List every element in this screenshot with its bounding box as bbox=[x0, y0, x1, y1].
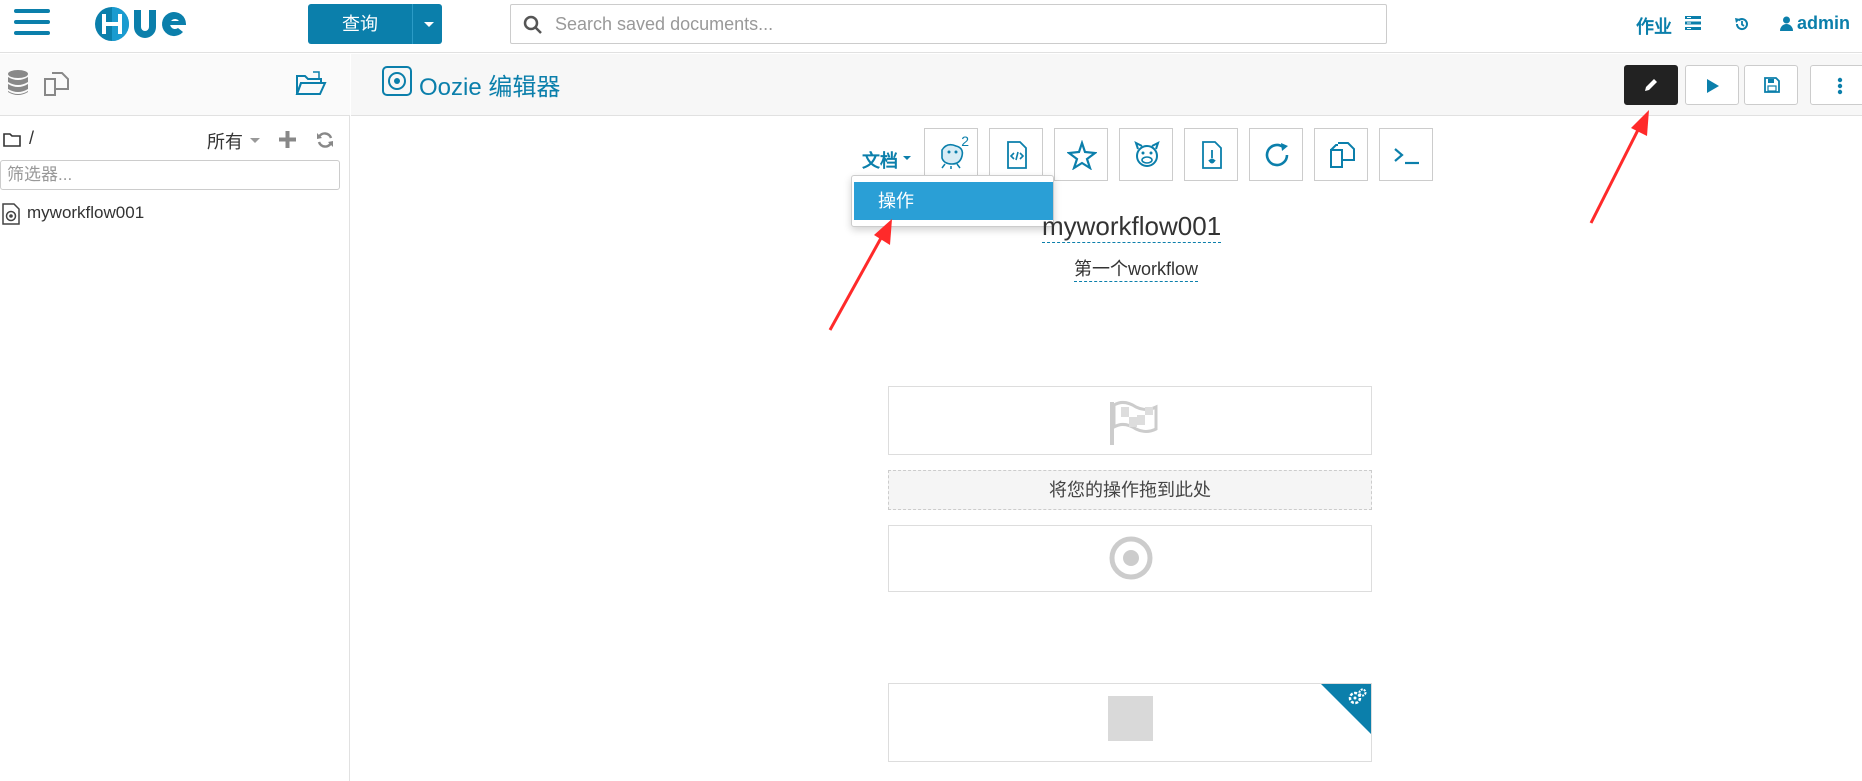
end-node bbox=[888, 525, 1372, 592]
workflow-name[interactable]: myworkflow001 bbox=[1042, 211, 1222, 243]
database-icon[interactable] bbox=[7, 69, 29, 97]
filter-input[interactable] bbox=[0, 160, 340, 190]
more-options-button[interactable] bbox=[1810, 65, 1862, 105]
java-file-icon bbox=[1202, 141, 1222, 169]
documents-menu[interactable]: 文档 bbox=[862, 147, 898, 173]
chevron-down-icon[interactable] bbox=[250, 138, 260, 143]
spark-tool[interactable] bbox=[1054, 128, 1108, 181]
sub-workflow-tool[interactable] bbox=[1249, 128, 1303, 181]
chevron-down-icon[interactable] bbox=[903, 156, 911, 160]
documents-dropdown: 操作 bbox=[851, 175, 1054, 227]
search-icon bbox=[523, 15, 542, 34]
sub-workflow-icon bbox=[1265, 143, 1289, 167]
hue-logo[interactable] bbox=[90, 2, 215, 46]
search-box bbox=[510, 4, 1387, 44]
filter-all-dropdown[interactable]: 所有 bbox=[207, 128, 243, 154]
oozie-icon bbox=[382, 66, 412, 96]
refresh-icon[interactable] bbox=[316, 131, 334, 149]
folder-icon bbox=[3, 133, 21, 147]
breadcrumb-path[interactable]: / bbox=[29, 128, 34, 149]
pig-icon bbox=[1134, 141, 1160, 167]
folder-open-icon[interactable] bbox=[295, 70, 327, 96]
left-assist-panel: / 所有 myworkflow001 bbox=[0, 54, 350, 781]
user-menu[interactable]: admin bbox=[1797, 13, 1850, 34]
dropdown-item-actions[interactable]: 操作 bbox=[854, 182, 1053, 220]
query-dropdown-caret[interactable] bbox=[412, 4, 442, 44]
annotation-arrow-dropdown bbox=[828, 219, 892, 331]
start-node bbox=[888, 386, 1372, 455]
pig-tool[interactable] bbox=[1119, 128, 1173, 181]
copy-icon bbox=[1330, 142, 1355, 168]
jobs-list-icon[interactable] bbox=[1685, 16, 1701, 30]
top-navbar: 查询 作业 admin bbox=[0, 0, 1862, 53]
jobs-link[interactable]: 作业 bbox=[1636, 13, 1672, 39]
hamburger-menu-icon[interactable] bbox=[14, 9, 50, 39]
documents-icon[interactable] bbox=[43, 71, 71, 97]
annotation-arrow-edit bbox=[1589, 110, 1649, 224]
page-title: Oozie 编辑器 bbox=[419, 74, 561, 101]
oozie-workflow-icon bbox=[2, 203, 20, 225]
code-file-icon bbox=[1007, 141, 1027, 169]
gears-icon[interactable] bbox=[1347, 688, 1367, 706]
file-name: myworkflow001 bbox=[27, 203, 145, 222]
query-button[interactable]: 查询 bbox=[308, 4, 412, 44]
stop-square-icon bbox=[1108, 696, 1153, 741]
edit-button[interactable] bbox=[1624, 65, 1678, 105]
user-icon bbox=[1780, 16, 1793, 31]
kill-node bbox=[888, 683, 1372, 762]
assist-panel-tabs bbox=[0, 54, 350, 116]
search-input[interactable] bbox=[555, 5, 1375, 43]
shell-tool[interactable] bbox=[1379, 128, 1433, 181]
action-drop-zone[interactable]: 将您的操作拖到此处 bbox=[888, 470, 1372, 510]
hive-tool[interactable]: 2 bbox=[924, 128, 978, 181]
run-button[interactable] bbox=[1685, 65, 1739, 105]
more-vertical-icon bbox=[1837, 77, 1843, 95]
terminal-icon bbox=[1394, 148, 1419, 165]
play-icon bbox=[1707, 79, 1719, 93]
history-icon[interactable] bbox=[1734, 16, 1750, 32]
save-button[interactable] bbox=[1744, 65, 1798, 105]
target-icon bbox=[1109, 536, 1153, 580]
add-icon[interactable] bbox=[279, 131, 296, 148]
flag-checkered-icon bbox=[1110, 400, 1158, 445]
java-tool[interactable] bbox=[1184, 128, 1238, 181]
hive-tool-badge: 2 bbox=[961, 133, 969, 149]
editor-header: Oozie 编辑器 bbox=[351, 54, 1862, 116]
save-icon bbox=[1764, 77, 1780, 93]
copy-tool[interactable] bbox=[1314, 128, 1368, 181]
workflow-description[interactable]: 第一个workflow bbox=[1074, 255, 1199, 282]
pencil-icon bbox=[1645, 79, 1657, 91]
script-tool[interactable] bbox=[989, 128, 1043, 181]
spark-star-icon bbox=[1067, 140, 1097, 170]
